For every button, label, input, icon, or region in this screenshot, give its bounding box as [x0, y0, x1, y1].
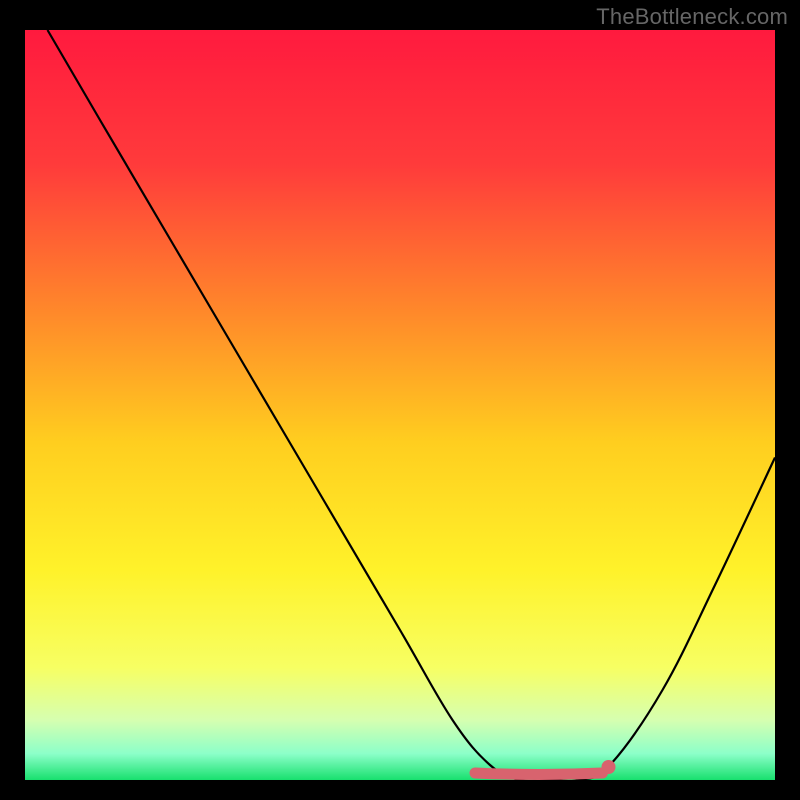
flat-segment-end-dot	[602, 760, 616, 774]
flat-minimum-segment	[475, 773, 603, 775]
watermark-text: TheBottleneck.com	[596, 4, 788, 30]
chart-frame: TheBottleneck.com	[0, 0, 800, 800]
bottleneck-chart	[0, 0, 800, 800]
plot-background-gradient	[25, 30, 775, 780]
